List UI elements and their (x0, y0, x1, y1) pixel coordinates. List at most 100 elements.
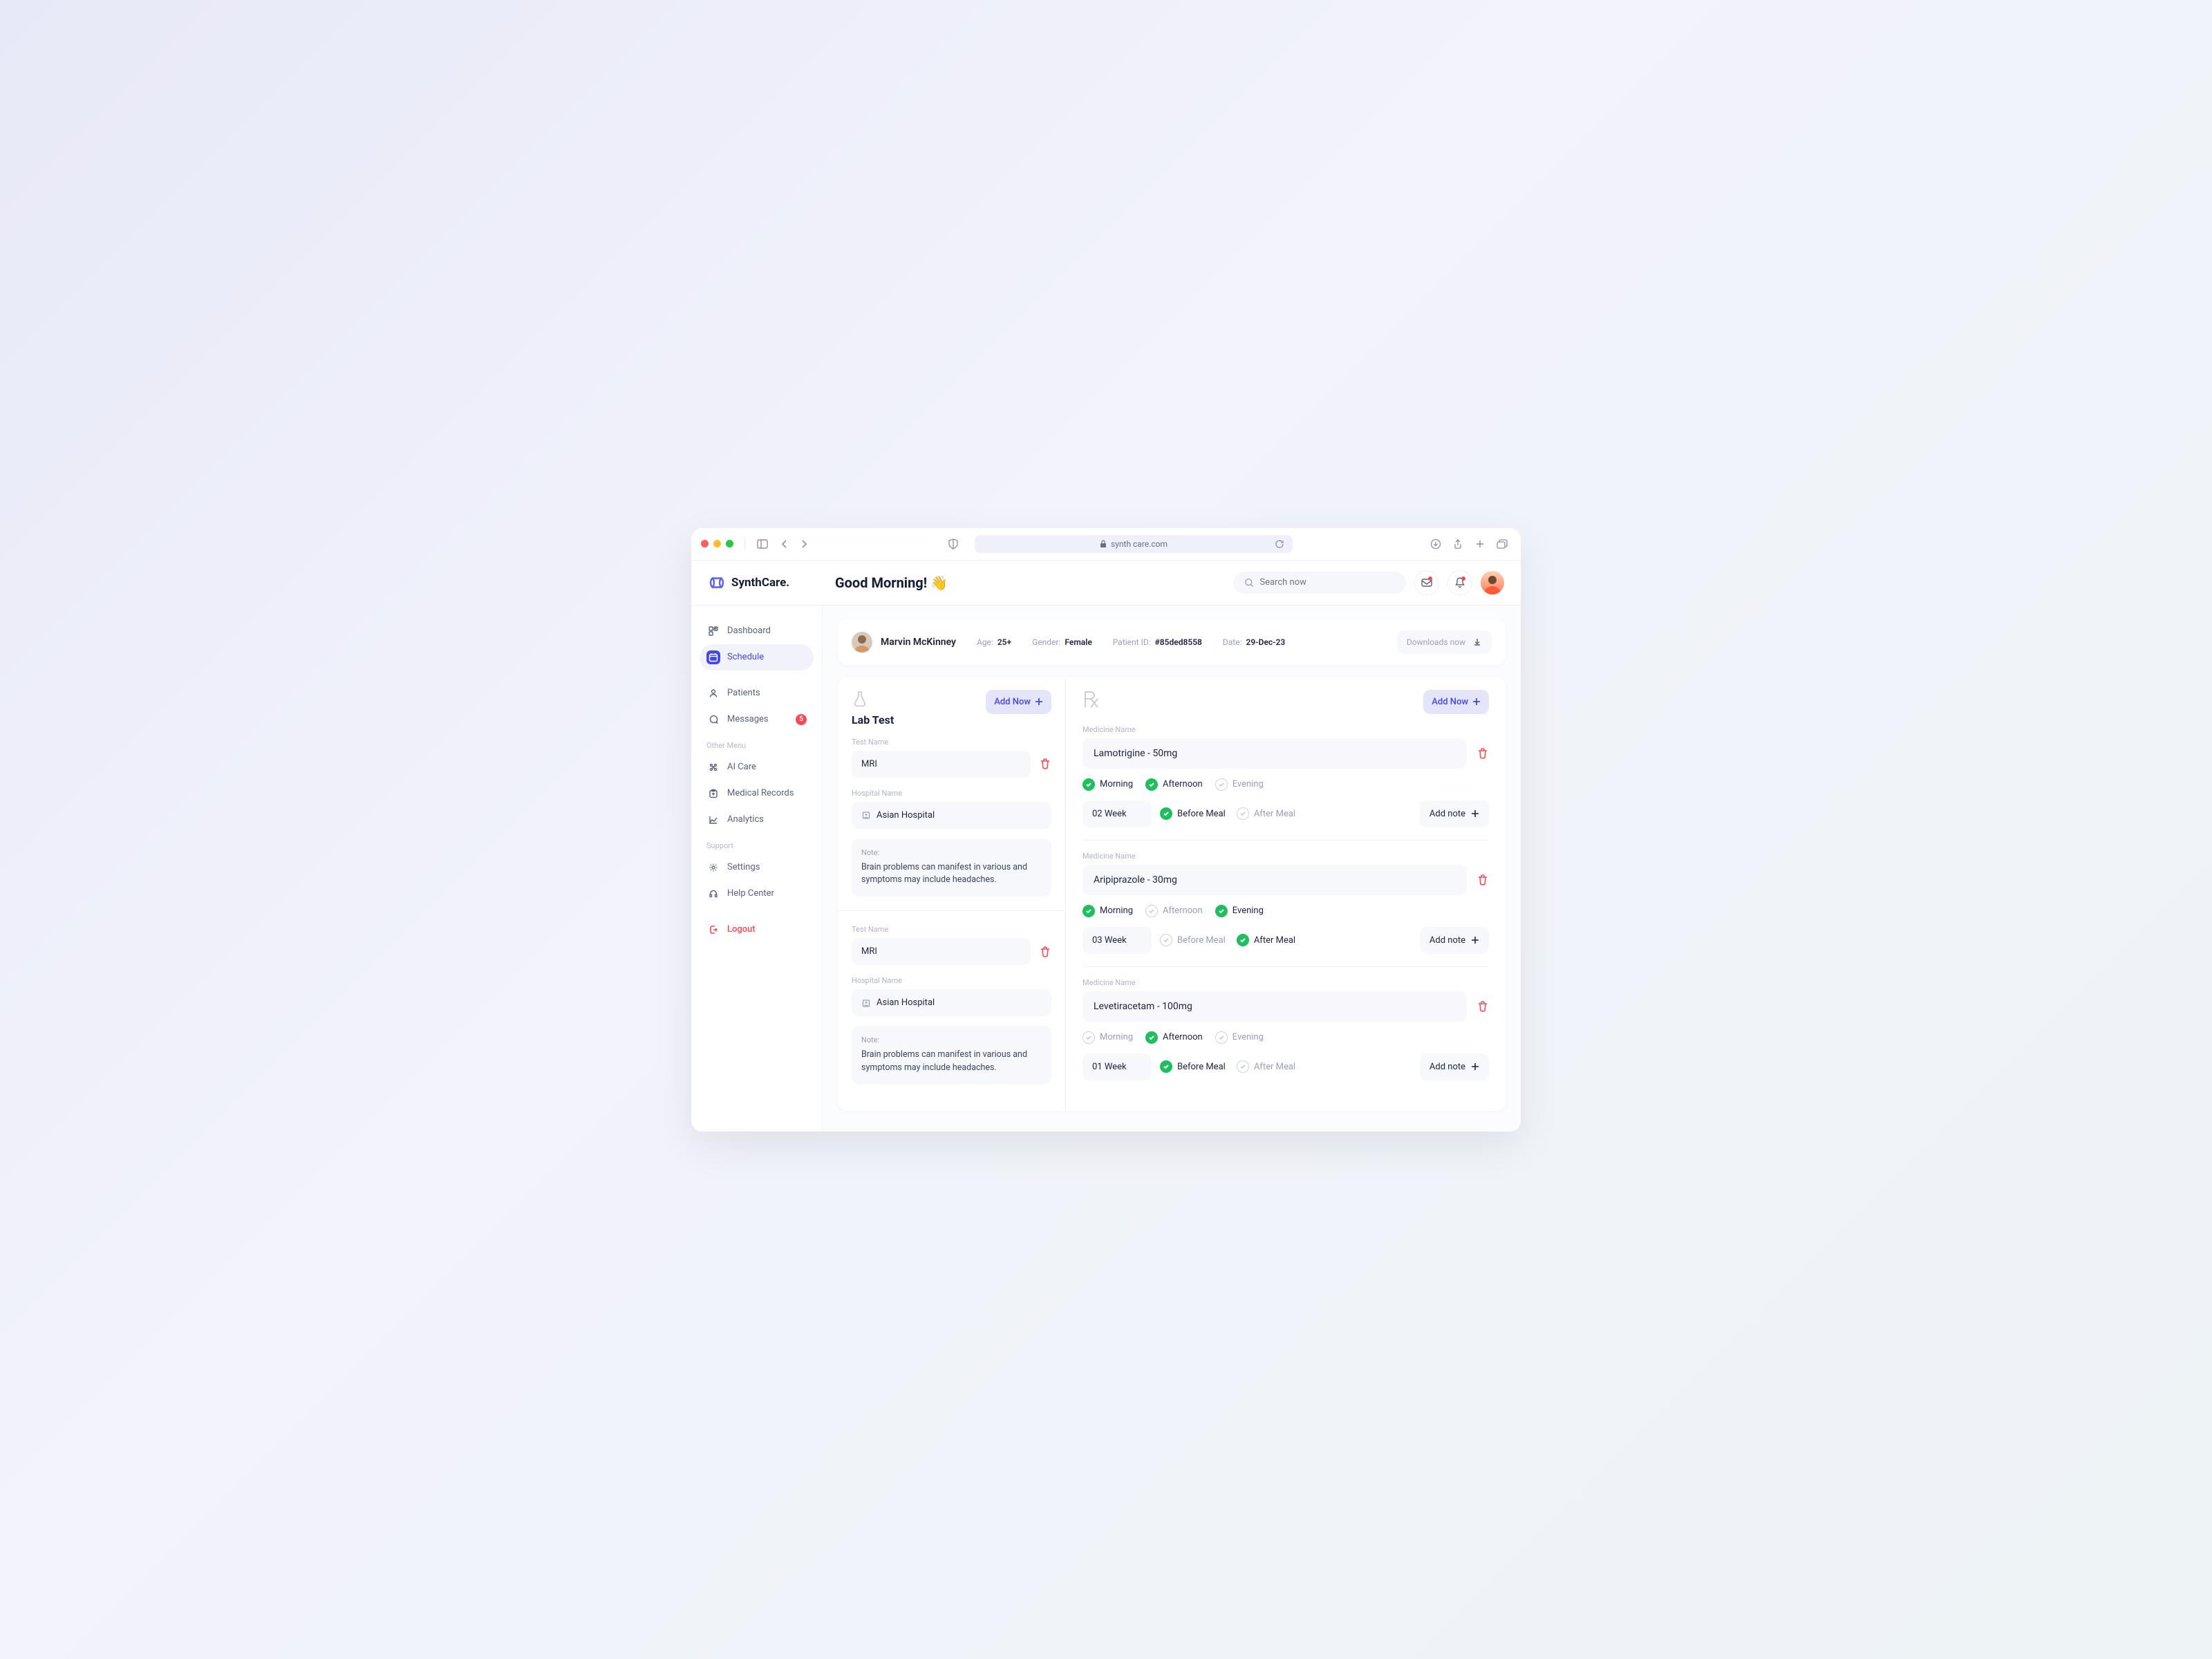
hospital-input[interactable]: Asian Hospital (852, 989, 1051, 1016)
tabs-icon[interactable] (1496, 538, 1508, 550)
share-icon[interactable] (1452, 538, 1464, 550)
rx-add-button[interactable]: Add Now (1423, 690, 1489, 714)
rx-icon (1082, 690, 1100, 709)
lock-icon (1100, 540, 1107, 548)
meal-before-meal[interactable]: Before Meal (1160, 934, 1226, 946)
sidebar-item-schedule[interactable]: Schedule (700, 644, 814, 671)
trash-icon[interactable] (1477, 874, 1489, 886)
shield-icon[interactable] (947, 538, 959, 550)
search-input[interactable] (1233, 572, 1406, 594)
note-box[interactable]: Note: Brain problems can manifest in var… (852, 838, 1051, 897)
download-icon[interactable] (1430, 538, 1442, 550)
note-body: Brain problems can manifest in various a… (861, 861, 1042, 888)
logout-button[interactable]: Logout (700, 917, 814, 943)
reload-icon[interactable] (1273, 538, 1286, 550)
meal-after-meal[interactable]: After Meal (1237, 1060, 1295, 1073)
sidebar-item-analytics[interactable]: Analytics (700, 807, 814, 833)
logout-label: Logout (727, 924, 756, 935)
daypart-morning[interactable]: Morning (1082, 1031, 1133, 1044)
sidebar-item-patients[interactable]: Patients (700, 680, 814, 706)
bell-button[interactable] (1447, 570, 1472, 595)
add-note-button[interactable]: Add note (1420, 800, 1489, 827)
duration-input[interactable]: 02 Week (1082, 800, 1152, 827)
messages-badge: 5 (796, 714, 807, 725)
header: SynthCare. Good Morning! 👋 (691, 561, 1521, 606)
sidebar-item-settings[interactable]: Settings (700, 854, 814, 881)
medicine-name-input[interactable]: Aripiprazole - 30mg (1082, 865, 1467, 895)
daypart-afternoon[interactable]: Afternoon (1145, 778, 1203, 791)
patient-bar: Marvin McKinney Age:25+ Gender:Female Pa… (838, 619, 1506, 665)
hospital-input[interactable]: Asian Hospital (852, 802, 1051, 829)
sidebar-item-label: Messages (727, 714, 769, 724)
trash-icon[interactable] (1477, 747, 1489, 760)
sidebar: Dashboard Schedule Patients Messages 5 O… (691, 606, 823, 1132)
add-note-button[interactable]: Add note (1420, 1053, 1489, 1080)
search-icon (1244, 577, 1254, 588)
field-label: Hospital Name (852, 789, 1051, 798)
rx-column: Add Now Medicine Name Lamotrigine - 50mg… (1066, 677, 1506, 1111)
medicine-name-input[interactable]: Levetiracetam - 100mg (1082, 991, 1467, 1022)
trash-icon[interactable] (1039, 946, 1051, 958)
download-button[interactable]: Downloads now (1397, 630, 1492, 654)
sidebar-item-ai-care[interactable]: AI Care (700, 754, 814, 780)
close-window-icon[interactable] (701, 540, 709, 547)
daypart-evening[interactable]: Evening (1215, 905, 1264, 917)
sidebar-item-messages[interactable]: Messages 5 (700, 706, 814, 733)
sidebar-item-dashboard[interactable]: Dashboard (700, 618, 814, 644)
maximize-window-icon[interactable] (726, 540, 733, 547)
sidebar-icon[interactable] (756, 538, 769, 550)
add-note-button[interactable]: Add note (1420, 927, 1489, 954)
main-content: Marvin McKinney Age:25+ Gender:Female Pa… (823, 606, 1521, 1132)
download-label: Downloads now (1407, 637, 1465, 647)
notification-dot (1428, 577, 1432, 581)
meal-after-meal[interactable]: After Meal (1237, 934, 1295, 946)
medicine-name-input[interactable]: Lamotrigine - 50mg (1082, 738, 1467, 769)
meal-after-meal[interactable]: After Meal (1237, 807, 1295, 820)
new-tab-icon[interactable] (1474, 538, 1486, 550)
daypart-afternoon[interactable]: Afternoon (1145, 1031, 1203, 1044)
field-label: Test Name (852, 925, 1051, 934)
calendar-icon (706, 650, 720, 664)
add-label: Add Now (994, 697, 1031, 707)
note-body: Brain problems can manifest in various a… (861, 1049, 1042, 1075)
search-field[interactable] (1259, 577, 1395, 588)
sidebar-item-label: Schedule (727, 652, 764, 662)
meal-before-meal[interactable]: Before Meal (1160, 807, 1226, 820)
duration-input[interactable]: 01 Week (1082, 1053, 1152, 1080)
section-other-menu: Other Menu (700, 733, 814, 754)
logout-icon (706, 923, 720, 937)
browser-titlebar: synth care.com (691, 528, 1521, 561)
dashboard-icon (706, 624, 720, 638)
sidebar-item-help-center[interactable]: Help Center (700, 881, 814, 907)
field-label: Test Name (852, 738, 1051, 747)
field-label: Hospital Name (852, 976, 1051, 985)
daypart-morning[interactable]: Morning (1082, 778, 1133, 791)
brand[interactable]: SynthCare. (708, 574, 823, 592)
sidebar-item-medical-records[interactable]: Medical Records (700, 780, 814, 807)
download-icon (1472, 637, 1482, 647)
daypart-morning[interactable]: Morning (1082, 905, 1133, 917)
note-box[interactable]: Note: Brain problems can manifest in var… (852, 1026, 1051, 1085)
forward-icon[interactable] (798, 538, 810, 550)
trash-icon[interactable] (1477, 1000, 1489, 1013)
user-avatar[interactable] (1481, 571, 1504, 594)
plus-icon (1472, 697, 1481, 706)
url-bar[interactable]: synth care.com (975, 535, 1293, 553)
labtest-title: Lab Test (852, 713, 894, 727)
patient-age: Age:25+ (977, 637, 1011, 647)
daypart-evening[interactable]: Evening (1215, 1031, 1264, 1044)
labtest-column: Lab Test Add Now Test Name MRI Hospital … (838, 677, 1066, 1111)
back-icon[interactable] (778, 538, 791, 550)
meal-before-meal[interactable]: Before Meal (1160, 1060, 1226, 1073)
trash-icon[interactable] (1039, 758, 1051, 770)
daypart-evening[interactable]: Evening (1215, 778, 1264, 791)
duration-input[interactable]: 03 Week (1082, 927, 1152, 954)
window-controls (701, 540, 733, 547)
daypart-afternoon[interactable]: Afternoon (1145, 905, 1203, 917)
minimize-window-icon[interactable] (713, 540, 721, 547)
test-name-input[interactable]: MRI (852, 938, 1031, 965)
test-name-input[interactable]: MRI (852, 751, 1031, 778)
labtest-add-button[interactable]: Add Now (986, 690, 1051, 714)
sidebar-item-label: Patients (727, 688, 760, 698)
mail-button[interactable] (1414, 570, 1439, 595)
